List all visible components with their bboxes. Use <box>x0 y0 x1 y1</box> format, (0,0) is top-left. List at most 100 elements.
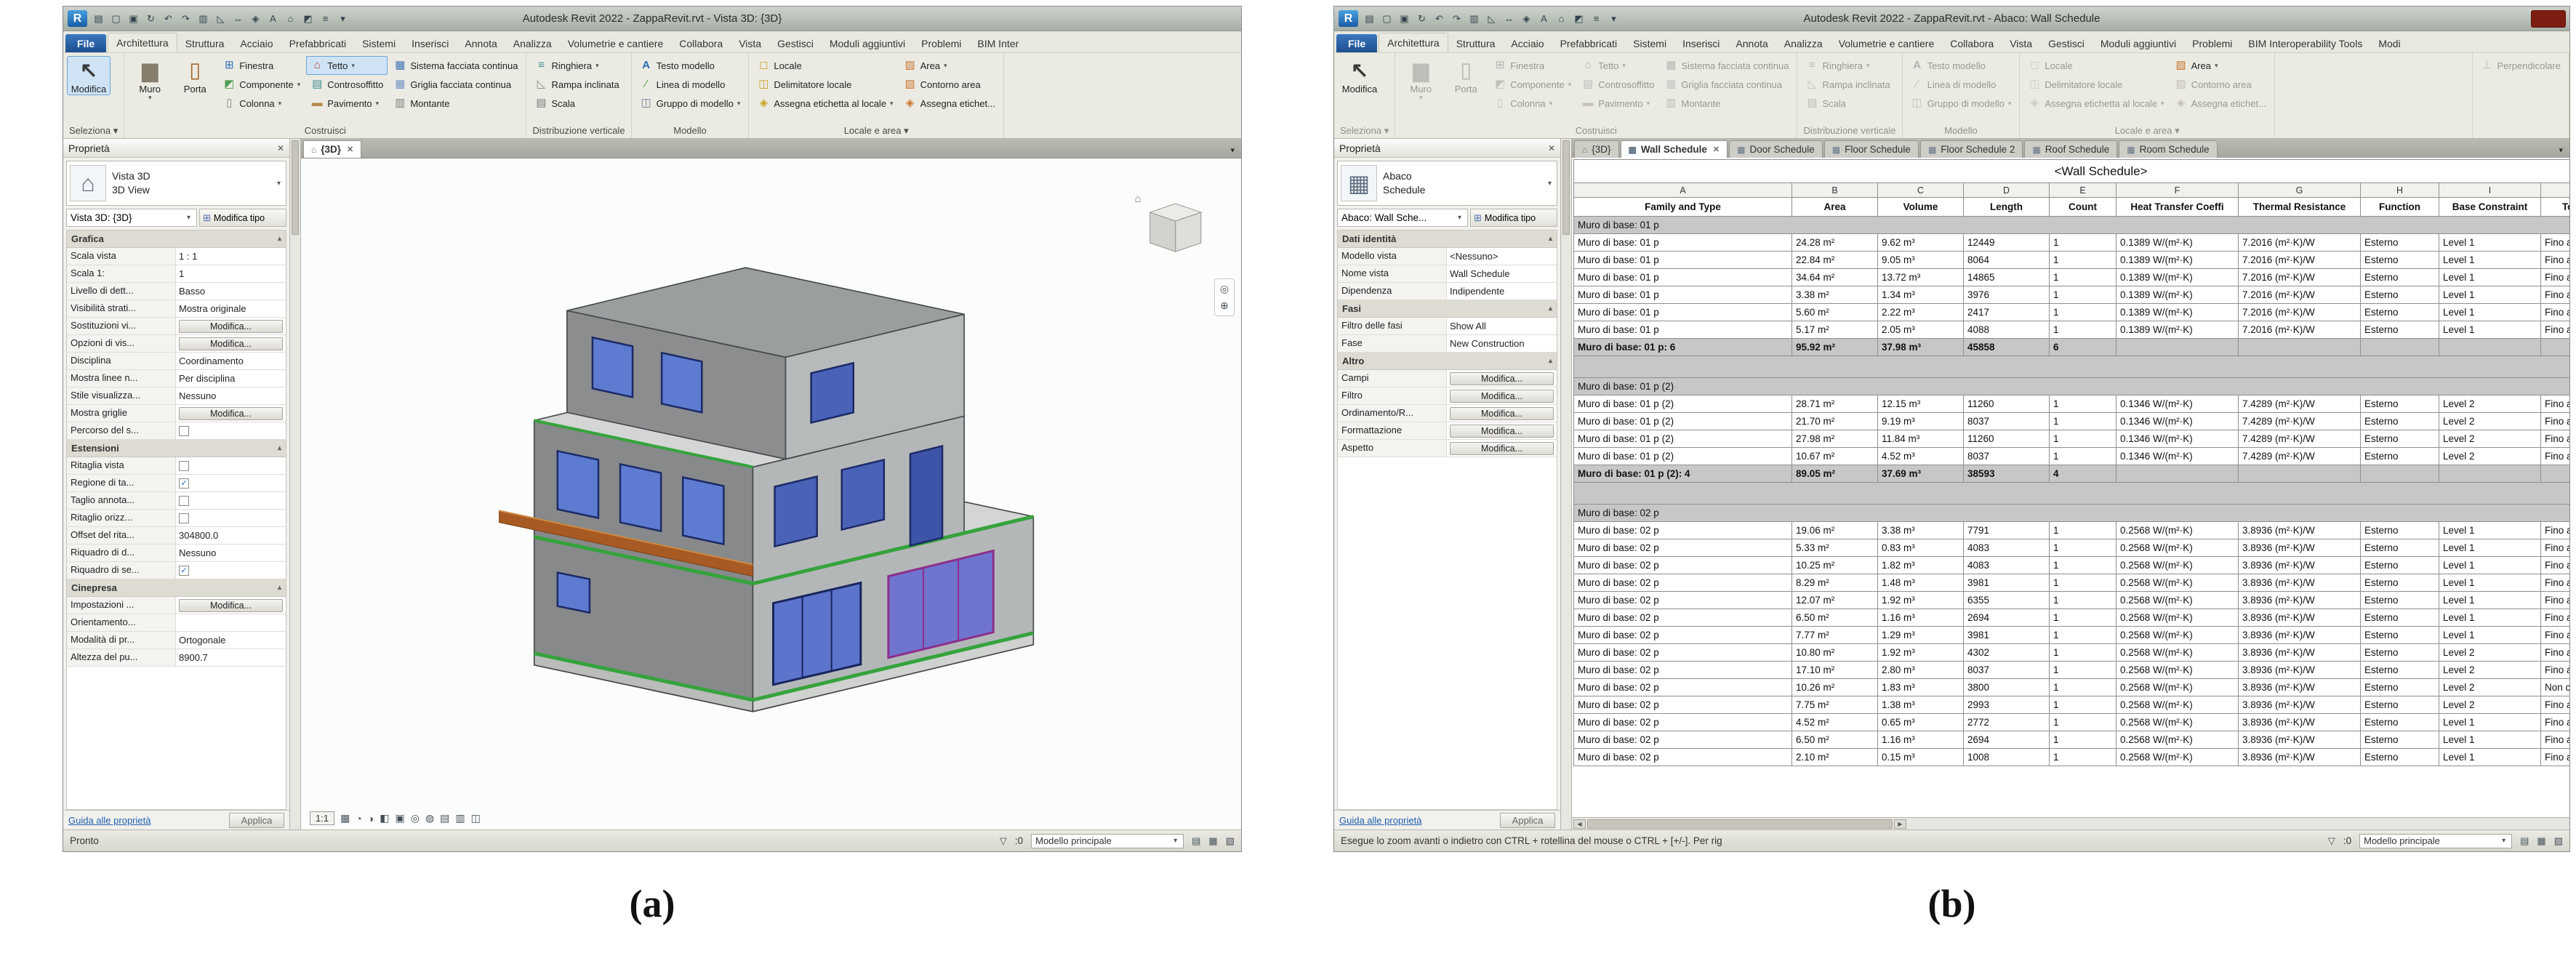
cell[interactable]: Muro di base: 01 p <box>1574 321 1792 339</box>
cell[interactable]: Level 1 <box>2439 731 2541 749</box>
cell[interactable]: 0.15 m³ <box>1878 749 1964 766</box>
cell[interactable]: Muro di base: 01 p <box>1574 286 1792 304</box>
cell[interactable]: 10.67 m² <box>1792 448 1878 465</box>
print-icon[interactable]: ▥ <box>197 13 209 25</box>
cell[interactable]: 0.65 m³ <box>1878 714 1964 731</box>
cell[interactable]: Level 1 <box>2439 592 2541 609</box>
tool-scala[interactable]: ▤Scala <box>530 94 623 113</box>
active-design-option-select[interactable]: Modello principale▾ <box>1031 834 1184 848</box>
tool-area[interactable]: ▨Area▾ <box>899 56 1000 75</box>
tool-montante[interactable]: ▥Montante <box>1660 94 1793 113</box>
default-3d-view-icon[interactable]: ⌂ <box>284 13 297 24</box>
tool-gruppo-di-modello[interactable]: ◫Gruppo di modello▾ <box>635 94 745 113</box>
cell[interactable]: 12449 <box>1964 234 2050 252</box>
cell[interactable]: 1 <box>2050 731 2116 749</box>
cell[interactable]: Muro di base: 02 p <box>1574 679 1792 696</box>
tool-componente[interactable]: ◩Componente▾ <box>1489 75 1576 94</box>
column-letter[interactable]: F <box>2116 183 2239 198</box>
panel-caption-distribuzione-verticale[interactable]: Distribuzione verticale <box>526 124 630 138</box>
property-value[interactable]: Nessuno <box>176 545 286 561</box>
modifica-button[interactable]: ↖Modifica <box>1338 56 1381 95</box>
tool-scala[interactable]: ▤Scala <box>1801 94 1894 113</box>
ribbon-tab-file[interactable]: File <box>65 34 106 52</box>
cell[interactable]: 7.2016 (m²·K)/W <box>2239 304 2361 321</box>
ribbon-tab-bim-interoperability-tools[interactable]: BIM Interoperability Tools <box>2240 34 2370 52</box>
cell[interactable]: Level 1 <box>2439 557 2541 574</box>
cell[interactable]: 2694 <box>1964 731 2050 749</box>
open-icon[interactable]: ▢ <box>110 13 122 25</box>
cell[interactable]: 5.17 m² <box>1792 321 1878 339</box>
cell[interactable]: Esterno <box>2361 286 2439 304</box>
cell[interactable]: Level 1 <box>2439 234 2541 252</box>
drag-select-icon[interactable]: ▧ <box>2554 835 2563 847</box>
cell[interactable]: 3.8936 (m²·K)/W <box>2239 557 2361 574</box>
cell[interactable]: Level 1 <box>2439 522 2541 539</box>
cell[interactable]: 2993 <box>1964 696 2050 714</box>
cell[interactable]: 0.2568 W/(m²·K) <box>2116 731 2239 749</box>
highlight-displacement-icon[interactable]: ◫ <box>471 812 481 824</box>
cell[interactable]: 7.2016 (m²·K)/W <box>2239 286 2361 304</box>
section-cinepresa[interactable]: Cinepresa▴ <box>67 579 286 597</box>
muro-button[interactable]: ▆Muro▾ <box>128 56 172 102</box>
cell[interactable]: 0.1389 W/(m²·K) <box>2116 321 2239 339</box>
ribbon-tab-problemi[interactable]: Problemi <box>913 34 969 52</box>
temporary-hide-isolate-icon[interactable]: ◎ <box>411 812 420 824</box>
cell[interactable]: Fino al livello <box>2541 644 2570 662</box>
cell[interactable]: Fino al livello <box>2541 234 2570 252</box>
type-selector[interactable]: ▦AbacoSchedule▾ <box>1337 161 1557 206</box>
cell[interactable]: 6355 <box>1964 592 2050 609</box>
cell[interactable]: 11.84 m³ <box>1878 430 1964 448</box>
tool-sistema-facciata-continua[interactable]: ▦Sistema facciata continua <box>389 56 522 75</box>
cell[interactable]: Muro di base: 02 p <box>1574 644 1792 662</box>
property-checkbox[interactable] <box>179 496 189 506</box>
view-selector-combo[interactable]: Abaco: Wall Sche...▾ <box>1337 209 1468 227</box>
properties-scrollbar[interactable] <box>1561 139 1572 830</box>
cell[interactable]: 1 <box>2050 627 2116 644</box>
cell[interactable]: 3.8936 (m²·K)/W <box>2239 522 2361 539</box>
cell[interactable]: Esterno <box>2361 627 2439 644</box>
cell[interactable]: Muro di base: 02 p <box>1574 627 1792 644</box>
property-checkbox[interactable] <box>179 426 189 436</box>
cell[interactable]: 4083 <box>1964 557 2050 574</box>
property-value[interactable]: Indipendente <box>1447 283 1557 300</box>
cell[interactable]: Muro di base: 01 p (2) <box>1574 395 1792 413</box>
tool-griglia-facciata-continua[interactable]: ▦Griglia facciata continua <box>1660 75 1793 94</box>
property-value[interactable]: Nessuno <box>176 387 286 404</box>
cell[interactable]: Muro di base: 02 p <box>1574 696 1792 714</box>
cell[interactable]: Esterno <box>2361 430 2439 448</box>
default-3d-view-icon[interactable]: ⌂ <box>1555 13 1568 24</box>
tool-delimitatore-locale[interactable]: ◫Delimitatore locale <box>2023 75 2168 94</box>
column-header[interactable]: Family and Type <box>1574 198 1792 217</box>
cell[interactable]: Esterno <box>2361 252 2439 269</box>
cell[interactable]: 0.2568 W/(m²·K) <box>2116 522 2239 539</box>
ribbon-tab-problemi[interactable]: Problemi <box>2184 34 2240 52</box>
cell[interactable]: 1 <box>2050 574 2116 592</box>
section-icon[interactable]: ◩ <box>1573 13 1585 25</box>
cell[interactable]: 7.2016 (m²·K)/W <box>2239 269 2361 286</box>
cell[interactable]: Fino al livello <box>2541 269 2570 286</box>
tool-controsoffitto[interactable]: ▤Controsoffitto <box>1577 75 1658 94</box>
cell[interactable]: 0.2568 W/(m²·K) <box>2116 714 2239 731</box>
cell[interactable]: Esterno <box>2361 557 2439 574</box>
column-header[interactable]: Heat Transfer Coeffi <box>2116 198 2239 217</box>
property-value[interactable]: 8900.7 <box>176 649 286 666</box>
ribbon-tab-architettura[interactable]: Architettura <box>108 33 177 52</box>
cell[interactable]: 1 <box>2050 448 2116 465</box>
cell[interactable]: Esterno <box>2361 696 2439 714</box>
edit-type-button[interactable]: ⊞Modifica tipo <box>1470 209 1557 227</box>
cell[interactable]: 3.8936 (m²·K)/W <box>2239 539 2361 557</box>
cell[interactable]: 3800 <box>1964 679 2050 696</box>
cell[interactable]: Esterno <box>2361 269 2439 286</box>
cell[interactable]: 5.60 m² <box>1792 304 1878 321</box>
cell[interactable]: 0.1389 W/(m²·K) <box>2116 304 2239 321</box>
column-header[interactable]: Function <box>2361 198 2439 217</box>
ribbon-tab-moduli-aggiuntivi[interactable]: Moduli aggiuntivi <box>2093 34 2184 52</box>
cell[interactable]: 7.4289 (m²·K)/W <box>2239 448 2361 465</box>
cell[interactable]: Fino al livello <box>2541 749 2570 766</box>
column-letter[interactable]: H <box>2361 183 2439 198</box>
ribbon-tab-bim-inter[interactable]: BIM Inter <box>969 34 1027 52</box>
section-dati-identit[interactable]: Dati identità▴ <box>1338 230 1557 248</box>
cell[interactable]: 3.8936 (m²·K)/W <box>2239 731 2361 749</box>
cell[interactable]: Fino al livello <box>2541 304 2570 321</box>
cell[interactable]: 0.2568 W/(m²·K) <box>2116 609 2239 627</box>
